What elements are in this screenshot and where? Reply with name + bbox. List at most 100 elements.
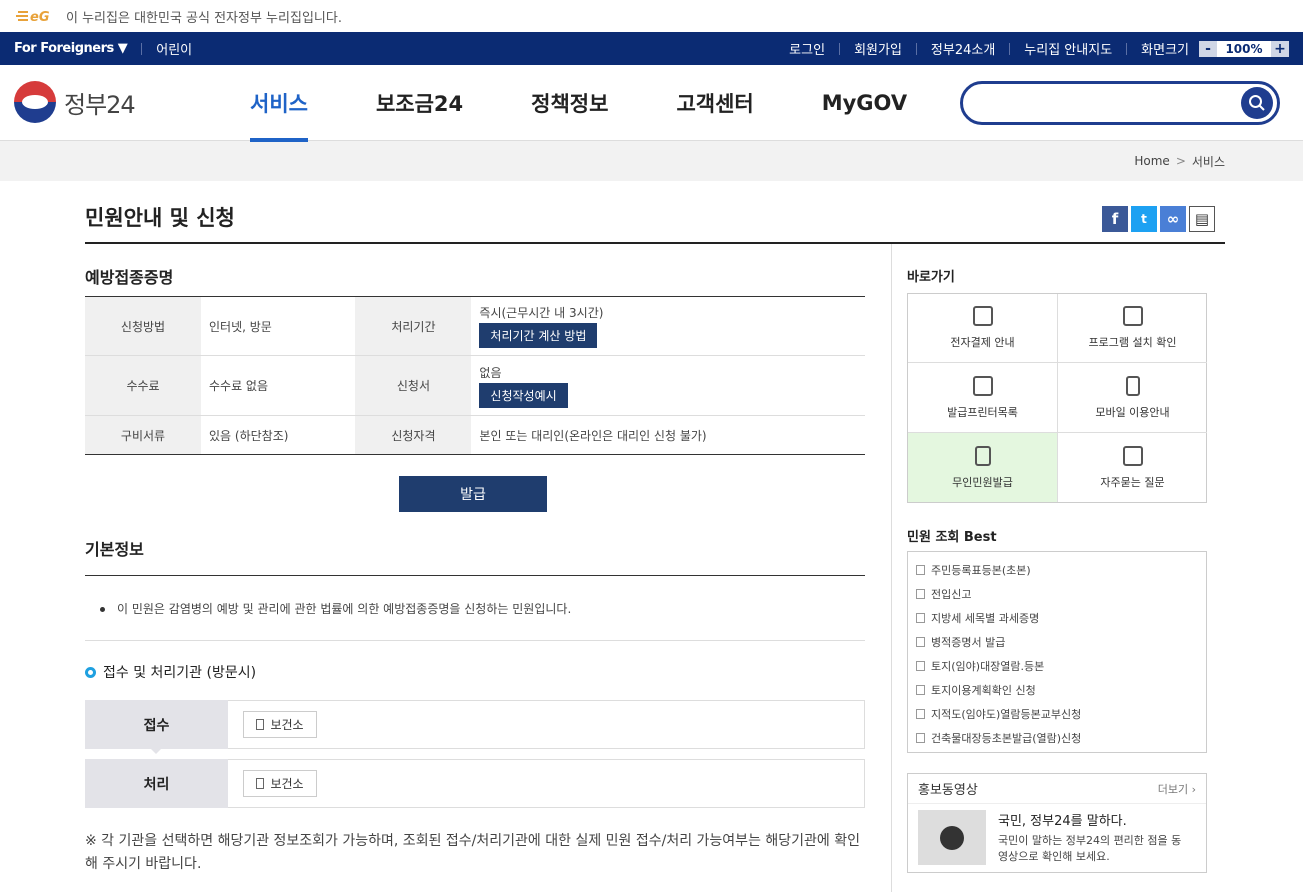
form-label: 신청서 bbox=[355, 355, 472, 416]
breadcrumb-home[interactable]: Home bbox=[1134, 154, 1169, 168]
docs-value: 있음 (하단참조) bbox=[201, 415, 356, 455]
shortcut-program-check[interactable]: 프로그램 설치 확인 bbox=[1058, 294, 1207, 363]
basic-info-description: 이 민원은 감염병의 예방 및 관리에 관한 법률에 의한 예방접종증명을 신청… bbox=[100, 600, 571, 617]
divider bbox=[839, 42, 841, 55]
column-divider bbox=[891, 244, 892, 892]
agency-heading-text: 접수 및 처리기관 (방문시) bbox=[103, 665, 257, 681]
divider bbox=[85, 640, 865, 641]
bullet-ring-icon bbox=[85, 666, 96, 678]
promo-title: 홍보동영상 bbox=[918, 783, 978, 798]
issue-button[interactable]: 발급 bbox=[399, 476, 547, 512]
search-input[interactable] bbox=[960, 81, 1280, 125]
divider bbox=[1009, 42, 1011, 55]
shortcut-faq[interactable]: 자주묻는 질문 bbox=[1058, 433, 1207, 502]
best-list: 주민등록표등본(초본) 전입신고 지방세 세목별 과세증명 병적증명서 발급 토… bbox=[907, 551, 1207, 753]
chat-bubble-icon bbox=[1122, 445, 1143, 466]
building-icon bbox=[256, 719, 265, 730]
video-thumbnail[interactable] bbox=[918, 810, 986, 865]
promo-headline[interactable]: 국민, 정부24를 말하다. bbox=[998, 810, 1188, 829]
period-value: 즉시(근무시간 내 3시간) bbox=[479, 306, 604, 320]
shortcut-label: 전자결제 안내 bbox=[950, 336, 1015, 349]
fee-label: 수수료 bbox=[85, 355, 201, 416]
best-title: 민원 조회 Best bbox=[907, 530, 997, 545]
zoom-in-button[interactable]: + bbox=[1271, 40, 1289, 57]
qualification-value: 본인 또는 대리인(온라인은 대리인 신청 불가) bbox=[471, 415, 865, 455]
form-value: 없음 bbox=[479, 365, 502, 380]
best-item[interactable]: 전입신고 bbox=[916, 582, 1206, 606]
shortcut-label: 무인민원발급 bbox=[952, 475, 1013, 489]
nav-customer-center[interactable]: 고객센터 bbox=[676, 65, 753, 141]
receive-agency-text: 보건소 bbox=[270, 718, 304, 732]
zoom-control: - 100% + bbox=[1199, 40, 1289, 57]
method-label: 신청방법 bbox=[85, 296, 201, 356]
promo-description: 국민이 말하는 정부24의 편리한 점을 동영상으로 확인해 보세요. bbox=[998, 834, 1182, 863]
best-item[interactable]: 지적도(임야도)열람등본교부신청 bbox=[916, 702, 1206, 726]
agency-heading: 접수 및 처리기관 (방문시) bbox=[85, 662, 256, 682]
official-banner: eG 이 누리집은 대한민국 공식 전자정부 누리집입니다. bbox=[0, 0, 1303, 32]
link-icon[interactable]: ∞ bbox=[1160, 206, 1186, 232]
divider bbox=[915, 42, 917, 55]
top-utility-bar: For Foreigners ▼ 어린이 로그인 회원가입 정부24소개 누리집… bbox=[0, 32, 1303, 65]
promo-more-link[interactable]: 더보기 › bbox=[1158, 781, 1196, 797]
facebook-icon[interactable]: f bbox=[1102, 206, 1128, 232]
kids-link[interactable]: 어린이 bbox=[156, 39, 192, 58]
divider bbox=[1126, 42, 1128, 55]
building-icon bbox=[256, 778, 265, 789]
receive-row: 접수 보건소 bbox=[85, 700, 865, 749]
shortcut-label: 프로그램 설치 확인 bbox=[1088, 336, 1177, 349]
twitter-icon[interactable]: t bbox=[1131, 206, 1157, 232]
best-item[interactable]: 건축물대장등초본발급(열람)신청 bbox=[916, 726, 1206, 750]
page-title: 민원안내 및 신청 bbox=[85, 206, 235, 230]
sitemap-link[interactable]: 누리집 안내지도 bbox=[1024, 39, 1112, 58]
print-icon[interactable]: ▤ bbox=[1189, 206, 1215, 232]
fee-value: 수수료 없음 bbox=[201, 355, 356, 416]
form-example-button[interactable]: 신청작성예시 bbox=[479, 382, 568, 408]
search-icon bbox=[1249, 95, 1265, 111]
promo-video-box: 홍보동영상 더보기 › 국민, 정부24를 말하다. 국민이 말하는 정부24의… bbox=[907, 773, 1207, 873]
process-row: 처리 보건소 bbox=[85, 759, 865, 808]
intro-link[interactable]: 정부24소개 bbox=[931, 39, 995, 58]
svg-text:eG: eG bbox=[30, 10, 50, 24]
official-banner-text: 이 누리집은 대한민국 공식 전자정부 누리집입니다. bbox=[66, 10, 342, 26]
main-nav: 서비스 보조금24 정책정보 고객센터 MyGOV bbox=[250, 65, 975, 142]
breadcrumb-current[interactable]: 서비스 bbox=[1192, 153, 1225, 170]
best-item[interactable]: 토지이용계획확인 신청 bbox=[916, 678, 1206, 702]
basic-info-heading: 기본정보 bbox=[85, 540, 144, 559]
divider bbox=[85, 575, 865, 576]
nav-service[interactable]: 서비스 bbox=[250, 65, 308, 142]
logo-text: 정부24 bbox=[64, 90, 136, 119]
divider bbox=[141, 42, 143, 55]
download-icon bbox=[972, 306, 993, 326]
process-agency-button[interactable]: 보건소 bbox=[243, 770, 317, 797]
signup-link[interactable]: 회원가입 bbox=[854, 39, 902, 58]
shortcuts-grid: 전자결제 안내 프로그램 설치 확인 발급프린터목록 모바일 이용안내 무인민원… bbox=[907, 293, 1207, 503]
search-button[interactable] bbox=[1241, 87, 1273, 119]
service-info-table: 신청방법 인터넷, 방문 처리기간 즉시(근무시간 내 3시간) 처리기간 계산 … bbox=[85, 296, 865, 455]
method-value: 인터넷, 방문 bbox=[209, 319, 272, 334]
shortcut-kiosk[interactable]: 무인민원발급 bbox=[908, 433, 1058, 502]
nav-subsidy[interactable]: 보조금24 bbox=[376, 65, 463, 141]
site-logo[interactable]: 정부24 bbox=[14, 81, 136, 123]
login-link[interactable]: 로그인 bbox=[789, 39, 825, 58]
nav-policy[interactable]: 정책정보 bbox=[531, 65, 608, 141]
zoom-value: 100% bbox=[1217, 40, 1271, 57]
best-item[interactable]: 지방세 세목별 과세증명 bbox=[916, 606, 1206, 630]
share-buttons: f t ∞ ▤ bbox=[1102, 206, 1218, 232]
chevron-right-icon: > bbox=[1175, 154, 1186, 168]
receive-label: 접수 bbox=[85, 700, 228, 749]
shortcut-label: 자주묻는 질문 bbox=[1100, 475, 1165, 489]
period-calc-button[interactable]: 처리기간 계산 방법 bbox=[479, 323, 598, 348]
zoom-out-button[interactable]: - bbox=[1199, 40, 1217, 57]
kiosk-icon bbox=[974, 445, 991, 466]
best-item[interactable]: 토지(임야)대장열람.등본 bbox=[916, 654, 1206, 678]
receive-agency-button[interactable]: 보건소 bbox=[243, 711, 317, 738]
shortcut-payment[interactable]: 전자결제 안내 bbox=[908, 294, 1058, 363]
for-foreigners-link[interactable]: For Foreigners ▼ bbox=[14, 41, 128, 56]
nav-mygov[interactable]: MyGOV bbox=[822, 65, 907, 141]
title-divider bbox=[85, 242, 1225, 244]
printer-icon bbox=[972, 375, 993, 396]
shortcut-mobile[interactable]: 모바일 이용안내 bbox=[1058, 363, 1207, 433]
best-item[interactable]: 병적증명서 발급 bbox=[916, 630, 1206, 654]
shortcut-printer-list[interactable]: 발급프린터목록 bbox=[908, 363, 1058, 433]
best-item[interactable]: 주민등록표등본(초본) bbox=[916, 558, 1206, 582]
